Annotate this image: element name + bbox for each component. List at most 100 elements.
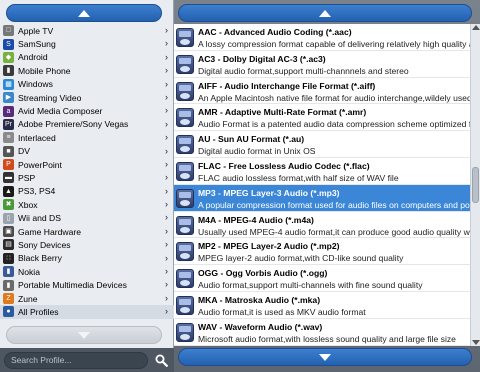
psp-icon: ▬	[3, 172, 14, 184]
profile-category-item[interactable]: ▶ Streaming Video ›	[0, 91, 174, 104]
profile-category-item[interactable]: Z Zune ›	[0, 292, 174, 305]
format-item[interactable]: AMR - Adaptive Multi-Rate Format (*.amr)…	[174, 104, 470, 132]
wii-icon: ▯	[3, 212, 14, 224]
scrollbar-up-arrow-icon[interactable]	[472, 25, 480, 30]
profile-category-item[interactable]: S SamSung ›	[0, 37, 174, 50]
audio-format-icon	[176, 81, 194, 101]
profile-category-item[interactable]: ▣ Game Hardware ›	[0, 225, 174, 238]
chevron-right-icon: ›	[165, 118, 168, 129]
profile-category-item[interactable]: ∷ Black Berry ›	[0, 252, 174, 265]
chevron-right-icon: ›	[165, 239, 168, 250]
apple-icon: 	[3, 25, 14, 37]
profile-category-list:  Apple TV › S SamSung › ◆ Android › ▮ Mobile Phon…	[0, 24, 174, 324]
profile-category-label: Android	[18, 52, 48, 63]
scrollbar-thumb[interactable]	[472, 167, 479, 203]
category-scroll-down-button[interactable]	[6, 326, 162, 344]
chevron-right-icon: ›	[165, 91, 168, 102]
portable-device-icon: ▮	[3, 279, 14, 291]
profile-category-label: Interlaced	[18, 132, 56, 143]
profile-category-item[interactable]: ▦ Windows ›	[0, 78, 174, 91]
profile-category-item[interactable]: ≡ Interlaced ›	[0, 131, 174, 144]
dv-icon: ■	[3, 145, 14, 157]
profile-category-label: Adobe Premiere/Sony Vegas	[18, 119, 129, 130]
profile-category-label: Zune	[18, 293, 38, 304]
format-item[interactable]: MKA - Matroska Audio (*.mka) Audio format…	[174, 292, 470, 319]
profile-category-label: Black Berry	[18, 253, 62, 264]
profile-category-item[interactable]: ▯ Wii and DS ›	[0, 211, 174, 224]
format-description: Usually used MPEG-4 audio format,it can …	[198, 226, 470, 237]
playstation-icon: ▲	[3, 185, 14, 197]
windows-icon: ▦	[3, 78, 14, 90]
category-scroll-up-button[interactable]	[6, 4, 162, 22]
profile-category-item[interactable]: ▮ Portable Multimedia Devices ›	[0, 278, 174, 291]
audio-format-icon	[176, 322, 194, 342]
format-list: AAC - Advanced Audio Coding (*.aac) A los…	[174, 24, 470, 346]
format-scroll-up-button[interactable]	[178, 4, 472, 22]
profile-category-item[interactable]: ◆ Android ›	[0, 51, 174, 64]
format-item[interactable]: AU - Sun AU Format (*.au) Digital audio f…	[174, 131, 470, 158]
format-description: Microsoft audio format,with lossless sou…	[198, 333, 456, 344]
chevron-right-icon: ›	[165, 266, 168, 277]
format-description: Audio format,support multi-channels with…	[198, 280, 423, 291]
chevron-right-icon: ›	[165, 132, 168, 143]
format-title: MKA - Matroska Audio (*.mka)	[198, 294, 321, 305]
arrow-down-icon	[319, 353, 331, 361]
format-description: MPEG layer-2 audio format,with CD-like s…	[198, 253, 404, 264]
profile-category-item[interactable]: ✖ Xbox ›	[0, 198, 174, 211]
profile-category-label: PSP	[18, 172, 36, 183]
chevron-right-icon: ›	[165, 25, 168, 35]
search-button[interactable]	[154, 353, 168, 367]
search-profile-input[interactable]	[4, 351, 148, 369]
zune-icon: Z	[3, 293, 14, 304]
profile-category-label: Streaming Video	[18, 92, 82, 103]
format-description: Audio format,it is used as MKV audio for…	[198, 306, 366, 317]
xbox-icon: ✖	[3, 199, 14, 211]
profile-category-label: SamSung	[18, 39, 56, 50]
search-bar	[0, 348, 174, 372]
all-profiles-icon: ●	[3, 306, 14, 318]
format-item[interactable]: FLAC - Free Lossless Audio Codec (*.flac…	[174, 158, 470, 185]
audio-format-icon	[176, 161, 194, 181]
profile-category-item[interactable]: a Avid Media Composer ›	[0, 104, 174, 117]
avid-icon: a	[3, 105, 14, 117]
profile-category-item[interactable]: ▤ Sony Devices ›	[0, 238, 174, 251]
format-list-scrollbar[interactable]	[470, 24, 480, 346]
format-item[interactable]: M4A - MPEG-4 Audio (*.m4a) Usually used M…	[174, 212, 470, 239]
chevron-right-icon: ›	[165, 51, 168, 62]
profile-category-item[interactable]: ▲ PS3, PS4 ›	[0, 185, 174, 198]
format-item[interactable]: MP3 - MPEG Layer-3 Audio (*.mp3) A popula…	[174, 184, 470, 212]
profile-category-item[interactable]:  Apple TV ›	[0, 24, 174, 37]
profile-category-item[interactable]: ▮ Nokia ›	[0, 265, 174, 278]
adobe-icon: Pr	[3, 118, 14, 130]
format-title: OGG - Ogg Vorbis Audio (*.ogg)	[198, 268, 328, 279]
profile-selector-window:  Apple TV › S SamSung › ◆ Android › ▮ Mobile Phon…	[0, 0, 480, 372]
format-item[interactable]: OGG - Ogg Vorbis Audio (*.ogg) Audio form…	[174, 265, 470, 292]
phone-icon: ▮	[3, 65, 14, 77]
chevron-right-icon: ›	[165, 38, 168, 49]
audio-format-icon	[176, 269, 194, 289]
samsung-icon: S	[3, 38, 14, 50]
format-title: AAC - Advanced Audio Coding (*.aac)	[198, 27, 352, 37]
format-title: AMR - Adaptive Multi-Rate Format (*.amr)	[198, 107, 367, 118]
profile-category-label: Wii and DS	[18, 213, 61, 224]
format-description: Digital audio format in Unix OS	[198, 146, 316, 157]
format-item[interactable]: MP2 - MPEG Layer-2 Audio (*.mp2) MPEG lay…	[174, 238, 470, 266]
profile-category-item[interactable]: ▬ PSP ›	[0, 171, 174, 184]
chevron-right-icon: ›	[165, 105, 168, 116]
format-scroll-down-button[interactable]	[178, 348, 472, 366]
profile-category-item[interactable]: ■ DV ›	[0, 145, 174, 158]
profile-category-item[interactable]: ▮ Mobile Phone ›	[0, 64, 174, 77]
audio-format-icon	[176, 28, 194, 47]
profile-category-label: Mobile Phone	[18, 65, 71, 76]
profile-category-item[interactable]: P PowerPoint ›	[0, 158, 174, 171]
profile-category-item[interactable]: ● All Profiles ›	[0, 305, 174, 319]
format-item[interactable]: AAC - Advanced Audio Coding (*.aac) A los…	[174, 24, 470, 51]
sony-icon: ▤	[3, 239, 14, 251]
profile-category-item[interactable]: Pr Adobe Premiere/Sony Vegas ›	[0, 118, 174, 131]
format-title: AC3 - Dolby Digital AC-3 (*.ac3)	[198, 53, 326, 64]
profile-category-label: Avid Media Composer	[18, 106, 103, 117]
format-item[interactable]: AIFF - Audio Interchange File Format (*.…	[174, 78, 470, 105]
format-item[interactable]: AC3 - Dolby Digital AC-3 (*.ac3) Digital …	[174, 51, 470, 78]
scrollbar-down-arrow-icon[interactable]	[472, 340, 480, 345]
format-item[interactable]: WAV - Waveform Audio (*.wav) Microsoft au…	[174, 319, 470, 346]
